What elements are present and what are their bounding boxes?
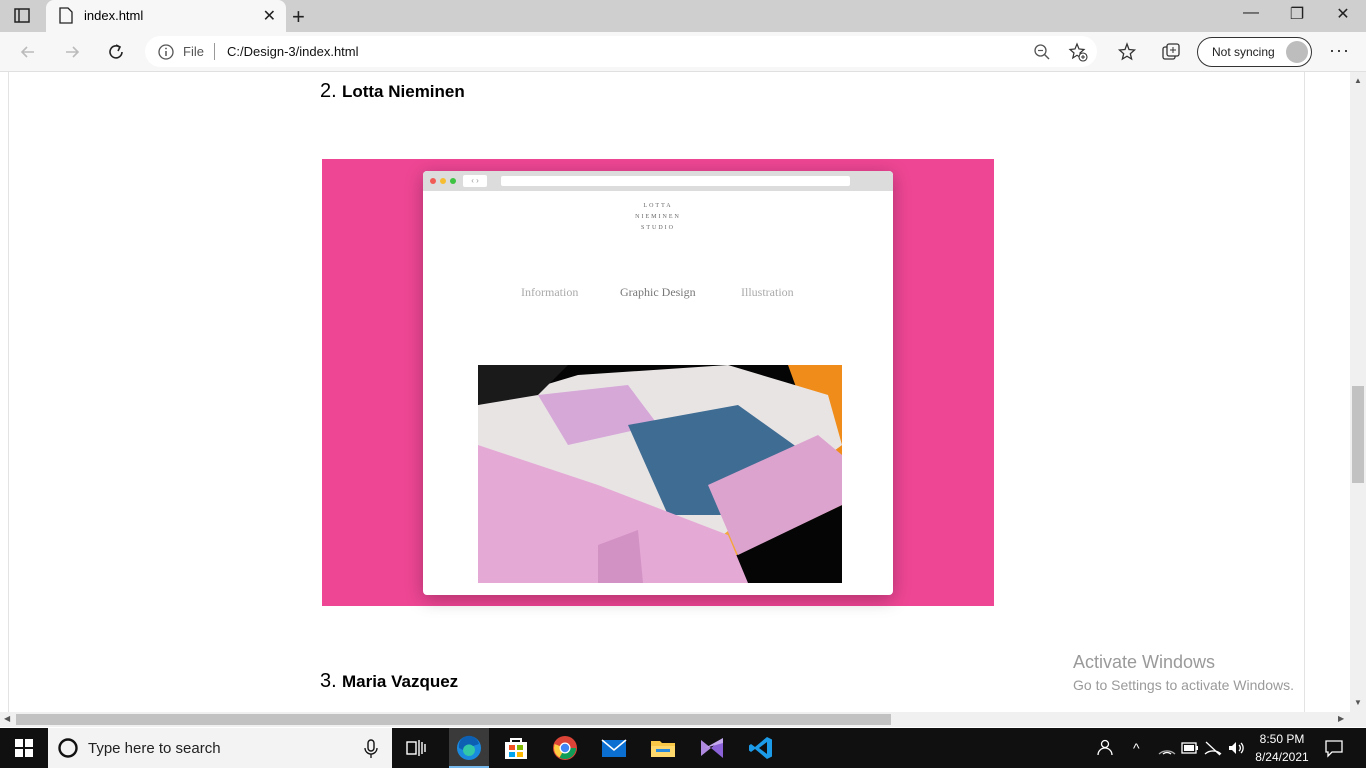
- file-label: File: [183, 44, 204, 59]
- add-favorite-icon[interactable]: [1068, 42, 1088, 62]
- content-border-right: [1304, 72, 1305, 712]
- url-text[interactable]: C:/Design-3/index.html: [227, 44, 359, 59]
- scroll-up-arrow-icon[interactable]: ▲: [1354, 76, 1362, 85]
- tab-close-button[interactable]: ✕: [263, 6, 276, 26]
- sync-label: Not syncing: [1212, 45, 1275, 59]
- horizontal-scroll-thumb[interactable]: [16, 714, 891, 725]
- favorites-icon[interactable]: [1117, 42, 1137, 62]
- browser-tab[interactable]: index.html ✕: [46, 0, 286, 32]
- mock-book-photo: [478, 365, 842, 583]
- volume-icon[interactable]: [1227, 740, 1245, 756]
- item-number: 3.: [320, 670, 337, 692]
- microphone-icon[interactable]: [364, 739, 378, 759]
- activation-watermark-subtitle: Go to Settings to activate Windows.: [1073, 677, 1294, 693]
- item-heading-3: 3. Maria Vazquez: [320, 670, 458, 693]
- show-hidden-icons-chevron-icon[interactable]: ^: [1133, 740, 1140, 756]
- mock-nav-information: Information: [521, 285, 579, 299]
- people-icon[interactable]: [1096, 738, 1114, 756]
- minimize-button[interactable]: —: [1228, 4, 1274, 22]
- vertical-scroll-thumb[interactable]: [1352, 386, 1364, 483]
- store-icon[interactable]: [503, 735, 529, 761]
- network-icon[interactable]: [1158, 740, 1176, 756]
- taskbar-time[interactable]: 8:50 PM: [1258, 732, 1306, 746]
- task-view-icon[interactable]: [405, 737, 427, 759]
- mock-nav-illustration: Illustration: [741, 285, 794, 299]
- close-window-button[interactable]: ✕: [1320, 4, 1366, 24]
- content-border-left: [8, 72, 9, 712]
- taskbar-date[interactable]: 8/24/2021: [1252, 750, 1312, 764]
- info-icon[interactable]: [157, 43, 175, 61]
- maximize-button[interactable]: ❐: [1274, 4, 1320, 24]
- mock-max-dot: [450, 178, 456, 184]
- back-button[interactable]: [16, 40, 40, 64]
- profile-sync-button[interactable]: Not syncing: [1197, 37, 1312, 67]
- mock-nav-graphic-design: Graphic Design: [620, 285, 696, 299]
- mock-logo-line: NIEMINEN: [635, 214, 681, 220]
- activation-watermark-title: Activate Windows: [1073, 652, 1216, 672]
- start-windows-icon[interactable]: [15, 739, 33, 757]
- forward-button[interactable]: [60, 40, 84, 64]
- taskbar-search-box[interactable]: Type here to search: [48, 728, 392, 768]
- item-name: Lotta Nieminen: [341, 82, 465, 101]
- forward-arrow-icon: [66, 46, 80, 58]
- refresh-button[interactable]: [104, 40, 128, 64]
- settings-more-button[interactable]: ···: [1329, 40, 1350, 61]
- mail-icon[interactable]: [601, 737, 627, 759]
- tab-actions-button[interactable]: [4, 6, 40, 28]
- back-arrow-icon: [20, 46, 34, 58]
- mock-min-dot: [440, 178, 446, 184]
- action-center-icon[interactable]: [1324, 738, 1344, 758]
- zoom-icon[interactable]: [1033, 43, 1051, 61]
- mock-nav-arrows: ‹ ›: [463, 175, 487, 187]
- item-name: Maria Vazquez: [341, 672, 459, 691]
- scroll-left-arrow-icon[interactable]: ◀: [4, 714, 10, 723]
- chrome-icon[interactable]: [552, 735, 578, 761]
- avatar-icon: [1286, 41, 1308, 63]
- battery-icon[interactable]: [1181, 742, 1199, 754]
- mock-close-dot: [430, 178, 436, 184]
- vscode-icon[interactable]: [748, 735, 774, 761]
- mock-titlebar: ‹ ›: [423, 171, 893, 191]
- file-explorer-icon[interactable]: [650, 737, 676, 759]
- page-icon: [59, 7, 73, 24]
- edge-taskbar-button[interactable]: [449, 728, 489, 768]
- new-tab-button[interactable]: +: [292, 4, 305, 30]
- tab-actions-icon: [14, 8, 30, 23]
- cortana-icon: [58, 738, 78, 758]
- address-bar[interactable]: File C:/Design-3/index.html: [145, 36, 1097, 67]
- edge-icon: [457, 735, 481, 760]
- separator: [214, 43, 215, 60]
- item-number: 2.: [320, 80, 337, 102]
- mock-logo-line: STUDIO: [641, 225, 675, 231]
- visual-studio-icon[interactable]: [699, 736, 725, 760]
- item-heading-2: 2. Lotta Nieminen: [320, 80, 465, 103]
- mock-logo-line: LOTTA: [643, 203, 673, 209]
- tab-title: index.html: [84, 8, 144, 23]
- search-placeholder: Type here to search: [88, 740, 221, 757]
- mock-browser-window: ‹ › LOTTA NIEMINEN STUDIO Information Gr…: [423, 171, 893, 595]
- scroll-down-arrow-icon[interactable]: ▼: [1354, 698, 1362, 707]
- scroll-right-arrow-icon[interactable]: ▶: [1338, 714, 1344, 723]
- refresh-icon: [109, 44, 123, 59]
- airplane-mode-icon[interactable]: [1204, 740, 1222, 756]
- mock-url-bar: [501, 176, 850, 186]
- collections-icon[interactable]: [1161, 42, 1181, 62]
